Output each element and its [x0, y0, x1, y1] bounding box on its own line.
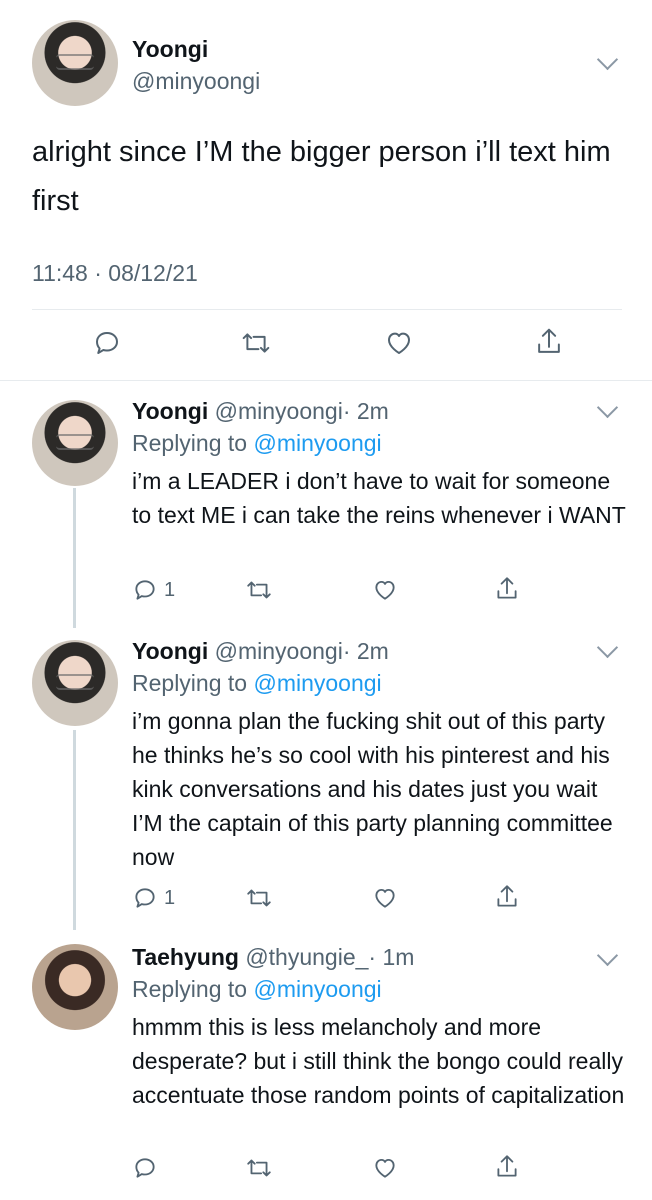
reply-header: Yoongi @minyoongi· 2m	[132, 398, 389, 425]
chevron-down-icon[interactable]	[596, 944, 619, 967]
share-button[interactable]	[494, 1153, 520, 1181]
replying-to: Replying to @minyoongi	[132, 670, 382, 697]
retweet-button[interactable]	[240, 328, 272, 358]
chevron-down-icon[interactable]	[596, 636, 619, 659]
avatar[interactable]	[32, 20, 118, 106]
reply-text: i’m gonna plan the fucking shit out of t…	[132, 708, 613, 870]
glasses-decoration	[56, 673, 94, 690]
heart-icon	[375, 580, 395, 600]
reply-tweet: Taehyung @thyungie_· 1m Replying to @min…	[0, 938, 652, 1200]
reply-header: Taehyung @thyungie_· 1m	[132, 944, 414, 971]
reply-time: · 2m	[342, 638, 389, 664]
chevron-down-icon[interactable]	[596, 396, 619, 419]
author-name[interactable]: Taehyung	[132, 944, 239, 970]
retweet-icon	[247, 889, 271, 907]
tweet-text: alright since I’M the bigger person i’ll…	[32, 136, 611, 217]
reply-count: 1	[164, 578, 176, 601]
author-name[interactable]: Yoongi	[132, 638, 208, 664]
author-handle[interactable]: @minyoongi	[132, 68, 260, 95]
share-icon	[497, 577, 517, 599]
main-tweet: Yoongi @minyoongi alright since I’M the …	[0, 0, 652, 380]
reply-icon	[135, 888, 155, 908]
glasses-decoration	[56, 53, 94, 70]
divider	[0, 380, 652, 381]
reply-tweet: Yoongi @minyoongi· 2m Replying to @minyo…	[0, 390, 652, 630]
retweet-icon	[247, 1159, 271, 1177]
reply-count: 1	[164, 886, 176, 909]
main-actions	[0, 322, 652, 366]
author-handle[interactable]: @thyungie_	[245, 944, 368, 970]
share-button[interactable]	[494, 883, 520, 911]
retweet-button[interactable]	[245, 577, 273, 603]
share-icon	[497, 885, 517, 907]
author-name[interactable]: Yoongi	[132, 36, 208, 63]
author-handle[interactable]: @minyoongi	[215, 398, 343, 424]
tweet-timestamp[interactable]: 11:48 · 08/12/21	[32, 260, 198, 287]
retweet-icon	[242, 333, 270, 353]
share-button[interactable]	[494, 575, 520, 603]
reply-time: · 2m	[342, 398, 389, 424]
like-button[interactable]	[372, 577, 398, 603]
replying-prefix: Replying to	[132, 670, 248, 696]
like-button[interactable]	[372, 885, 398, 911]
reply-button[interactable]: 1	[132, 885, 175, 911]
reply-text: i’m a LEADER i don’t have to wait for so…	[132, 468, 626, 528]
reply-icon	[96, 332, 118, 354]
reply-time: · 1m	[368, 944, 415, 970]
reply-icon	[135, 580, 155, 600]
replying-mention[interactable]: @minyoongi	[253, 430, 381, 456]
replying-mention[interactable]: @minyoongi	[253, 670, 381, 696]
glasses-decoration	[56, 433, 94, 450]
replying-prefix: Replying to	[132, 976, 248, 1002]
heart-icon	[375, 1158, 395, 1178]
reply-header: Yoongi @minyoongi· 2m	[132, 638, 389, 665]
replying-to: Replying to @minyoongi	[132, 976, 382, 1003]
avatar[interactable]	[32, 400, 118, 486]
replying-mention[interactable]: @minyoongi	[253, 976, 381, 1002]
reply-icon	[135, 1158, 155, 1178]
share-icon	[538, 328, 560, 353]
retweet-icon	[247, 581, 271, 599]
author-handle[interactable]: @minyoongi	[215, 638, 343, 664]
retweet-button[interactable]	[245, 885, 273, 911]
avatar[interactable]	[32, 640, 118, 726]
reply-button[interactable]: 1	[132, 577, 175, 603]
heart-icon	[388, 332, 410, 354]
like-button[interactable]	[372, 1155, 398, 1181]
reply-button[interactable]	[92, 328, 122, 358]
reply-text: hmmm this is less melancholy and more de…	[132, 1014, 625, 1108]
author-name[interactable]: Yoongi	[132, 398, 208, 424]
reply-button[interactable]	[132, 1155, 158, 1181]
replying-prefix: Replying to	[132, 430, 248, 456]
avatar[interactable]	[32, 944, 118, 1030]
retweet-button[interactable]	[245, 1155, 273, 1181]
replying-to: Replying to @minyoongi	[132, 430, 382, 457]
like-button[interactable]	[384, 328, 414, 358]
share-button[interactable]	[534, 326, 564, 358]
share-icon	[497, 1155, 517, 1177]
divider	[32, 309, 622, 310]
reply-tweet: Yoongi @minyoongi· 2m Replying to @minyo…	[0, 630, 652, 930]
heart-icon	[375, 888, 395, 908]
chevron-down-icon[interactable]	[596, 48, 619, 71]
